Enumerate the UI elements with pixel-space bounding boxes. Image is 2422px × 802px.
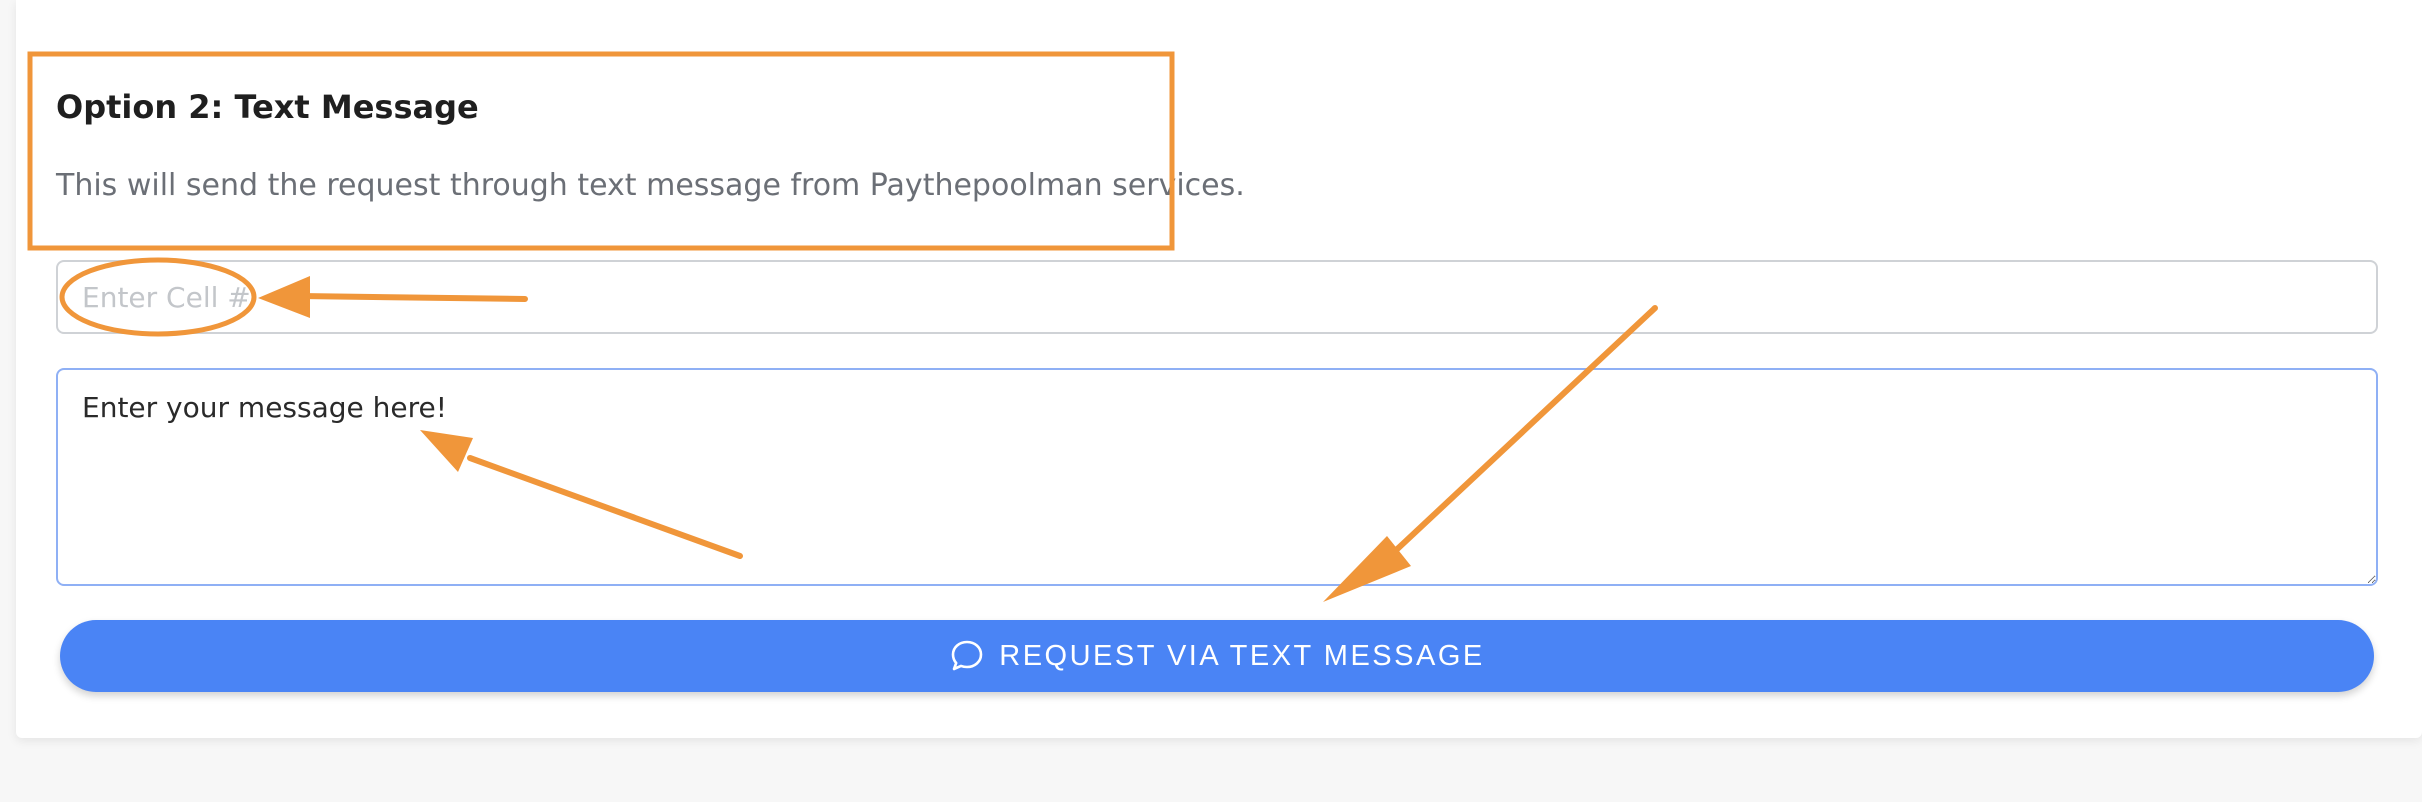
page: Option 2: Text Message This will send th…	[0, 0, 2422, 802]
cell-number-input[interactable]	[56, 260, 2378, 334]
chat-bubble-icon	[949, 638, 985, 674]
request-via-text-button[interactable]: REQUEST VIA TEXT MESSAGE	[60, 620, 2374, 692]
section-description: This will send the request through text …	[56, 168, 1245, 203]
message-textarea[interactable]: Enter your message here!	[56, 368, 2378, 586]
section-title: Option 2: Text Message	[56, 88, 479, 126]
request-button-label: REQUEST VIA TEXT MESSAGE	[999, 639, 1485, 672]
